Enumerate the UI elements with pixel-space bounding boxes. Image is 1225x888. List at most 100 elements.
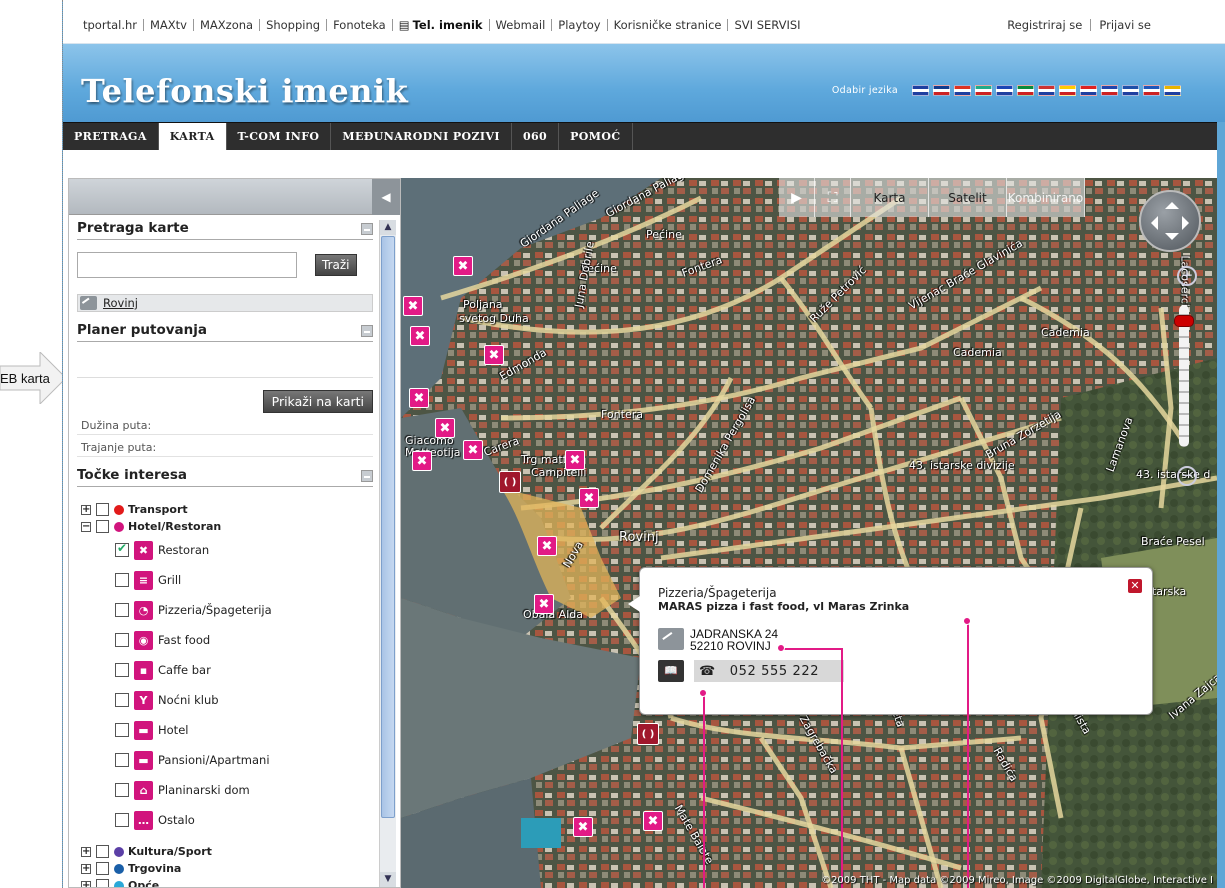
main-nav-tab[interactable]: PRETRAGA [63, 123, 159, 150]
scroll-thumb[interactable] [381, 236, 395, 818]
zoom-in-icon[interactable]: + [1177, 266, 1197, 286]
landmark-marker-icon[interactable]: ( ) [499, 471, 521, 493]
scroll-up-icon[interactable]: ▲ [380, 220, 396, 235]
language-flag-icon[interactable] [1059, 85, 1076, 96]
main-nav-tab[interactable]: POMOĆ [559, 123, 633, 150]
side-panel-scrollbar[interactable]: ▲ ▼ [379, 220, 396, 887]
language-flag-icon[interactable] [996, 85, 1013, 96]
zoom-slider-handle[interactable] [1174, 315, 1194, 327]
poi-subcategory[interactable]: Y Noćni klub [115, 685, 373, 715]
zoom-out-icon[interactable]: − [1177, 466, 1197, 486]
restaurant-marker-icon[interactable]: ✖ [410, 326, 430, 346]
poi-subcategory[interactable]: … Ostalo [115, 805, 373, 835]
restaurant-marker-icon[interactable]: ✖ [435, 418, 455, 438]
restaurant-marker-icon[interactable]: ✖ [409, 388, 429, 408]
restaurant-marker-icon[interactable]: ✖ [565, 450, 585, 470]
poi-subcategory[interactable]: ◔ Pizzeria/Špageterija [115, 595, 373, 625]
top-nav-link[interactable]: Playtoy [552, 19, 608, 31]
map-search-toggle[interactable] [361, 223, 373, 235]
location-link[interactable]: Rovinj [103, 296, 138, 310]
language-flag-icon[interactable] [1017, 85, 1034, 96]
restaurant-marker-icon[interactable]: ✖ [403, 296, 423, 316]
category-checkbox[interactable] [96, 845, 109, 858]
login-link[interactable]: Prijavi se [1091, 19, 1159, 31]
subcategory-checkbox[interactable] [115, 753, 129, 767]
pan-down-icon[interactable] [1165, 233, 1179, 247]
top-nav-link[interactable]: MAXzona [194, 19, 261, 31]
expand-toggle-icon[interactable]: + [81, 846, 91, 857]
poi-subcategory[interactable]: ▪ Caffe bar [115, 655, 373, 685]
subcategory-checkbox[interactable] [115, 693, 129, 707]
restaurant-marker-icon[interactable]: ✖ [537, 536, 557, 556]
map-view[interactable]: Giordana Paliage Giordana Paliage Pećine Pe… [401, 178, 1217, 888]
map-type-satelit[interactable]: Satelit [929, 178, 1007, 217]
planner-toggle[interactable] [361, 325, 373, 337]
map-type-karta[interactable]: Karta [851, 178, 929, 217]
category-checkbox[interactable] [96, 503, 109, 516]
poi-subcategory[interactable]: ⌂ Planinarski dom [115, 775, 373, 805]
expand-toggle-icon[interactable]: + [81, 880, 91, 887]
poi-subcategory[interactable]: ≡ Grill [115, 565, 373, 595]
fullscreen-icon[interactable]: ⛶ [815, 178, 851, 217]
subcategory-checkbox[interactable] [115, 783, 129, 797]
language-flag-icon[interactable] [1164, 85, 1181, 96]
restaurant-marker-icon[interactable]: ✖ [579, 488, 599, 508]
top-nav-link-active[interactable]: ▤ Tel. imenik [393, 19, 490, 31]
poi-toggle[interactable] [361, 470, 373, 482]
top-nav-link[interactable]: Fonoteka [327, 19, 393, 31]
phonebook-icon[interactable]: 📖 [658, 660, 684, 682]
language-flag-icon[interactable] [1038, 85, 1055, 96]
main-nav-tab[interactable]: KARTA [158, 123, 227, 150]
close-icon[interactable]: ✕ [1128, 579, 1142, 593]
language-flag-icon[interactable] [954, 85, 971, 96]
category-checkbox[interactable] [96, 520, 109, 533]
scroll-down-icon[interactable]: ▼ [380, 872, 396, 887]
planner-route-field[interactable] [77, 342, 373, 378]
top-nav-link[interactable]: tportal.hr [77, 19, 144, 31]
language-flag-icon[interactable] [1101, 85, 1118, 96]
top-nav-link[interactable]: MAXtv [144, 19, 194, 31]
map-type-kombinirano[interactable]: Kombinirano [1007, 178, 1085, 217]
restaurant-marker-icon[interactable]: ✖ [484, 345, 504, 365]
language-flag-icon[interactable] [1080, 85, 1097, 96]
top-nav-link[interactable]: Shopping [260, 19, 328, 31]
map-search-button[interactable]: Traži [315, 254, 357, 276]
subcategory-checkbox[interactable] [115, 813, 129, 827]
register-link[interactable]: Registriraj se [999, 19, 1092, 31]
pan-left-icon[interactable] [1144, 216, 1158, 230]
expand-toggle-icon[interactable]: + [81, 863, 91, 874]
subcategory-checkbox[interactable] [115, 663, 129, 677]
restaurant-marker-icon[interactable]: ✖ [643, 811, 663, 831]
expand-toggle-icon[interactable]: − [81, 521, 91, 532]
language-flag-icon[interactable] [912, 85, 929, 96]
main-nav-tab[interactable]: MEĐUNARODNI POZIVI [331, 123, 512, 150]
top-nav-link[interactable]: Webmail [490, 19, 553, 31]
restaurant-marker-icon[interactable]: ✖ [412, 451, 432, 471]
landmark-marker-icon[interactable]: ( ) [637, 723, 659, 745]
language-flag-icon[interactable] [975, 85, 992, 96]
poi-subcategory[interactable]: ▬ Pansioni/Apartmani [115, 745, 373, 775]
language-flag-icon[interactable] [933, 85, 950, 96]
main-nav-tab[interactable]: 060 [512, 123, 560, 150]
subcategory-checkbox[interactable] [115, 541, 129, 557]
expand-toggle-icon[interactable]: + [81, 504, 91, 515]
pan-control[interactable] [1139, 190, 1201, 252]
top-nav-link[interactable]: Korisničke stranice [608, 19, 729, 31]
subcategory-checkbox[interactable] [115, 723, 129, 737]
site-logo[interactable]: Telefonski imenik [81, 72, 408, 110]
subcategory-checkbox[interactable] [115, 573, 129, 587]
address-pin-icon[interactable] [658, 628, 684, 650]
toolbar-expand-icon[interactable]: ▶ [779, 178, 815, 217]
restaurant-marker-icon[interactable]: ✖ [573, 817, 593, 837]
restaurant-marker-icon[interactable]: ✖ [534, 594, 554, 614]
category-checkbox[interactable] [96, 879, 109, 887]
poi-subcategory[interactable]: ▬ Hotel [115, 715, 373, 745]
main-nav-tab[interactable]: T-COM INFO [227, 123, 332, 150]
language-flag-icon[interactable] [1143, 85, 1160, 96]
pan-up-icon[interactable] [1165, 195, 1179, 209]
restaurant-marker-icon[interactable]: ✖ [463, 440, 483, 460]
pan-right-icon[interactable] [1182, 216, 1196, 230]
category-checkbox[interactable] [96, 862, 109, 875]
poi-subcategory[interactable]: ✖ Restoran [115, 535, 373, 565]
language-flag-icon[interactable] [1122, 85, 1139, 96]
